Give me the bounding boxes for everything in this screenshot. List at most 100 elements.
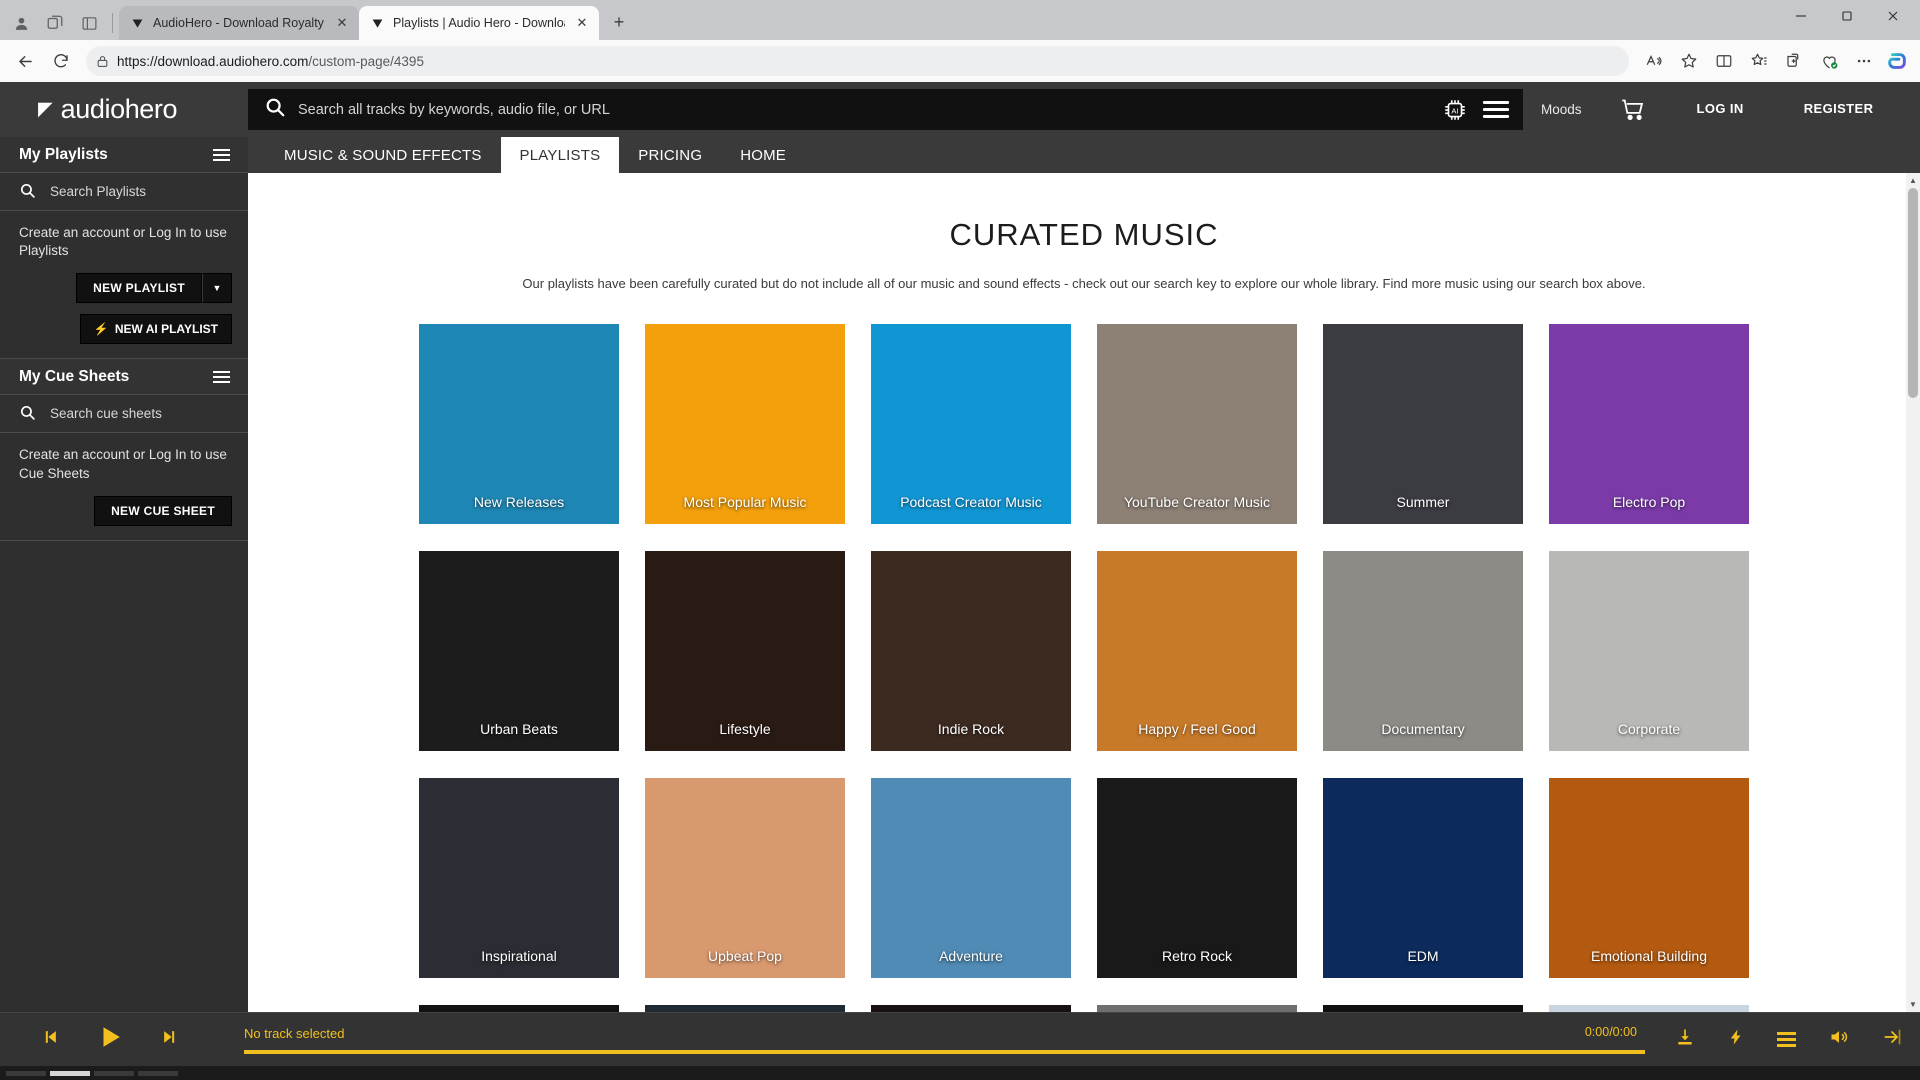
- new-ai-playlist-label: NEW AI PLAYLIST: [114, 322, 218, 337]
- login-button[interactable]: LOG IN: [1667, 82, 1774, 137]
- address-bar[interactable]: https://download.audiohero.com/custom-pa…: [86, 46, 1629, 76]
- header-actions: Moods LOG IN REGISTER: [1523, 82, 1903, 137]
- download-icon[interactable]: [1675, 1027, 1695, 1052]
- playlist-card[interactable]: Indie Rock: [871, 551, 1071, 751]
- reload-icon[interactable]: [44, 44, 78, 78]
- search-cuesheets-input[interactable]: Search cue sheets: [0, 395, 248, 434]
- tab-playlists[interactable]: PLAYLISTS: [500, 137, 620, 173]
- expand-right-icon[interactable]: [1882, 1027, 1902, 1052]
- playlist-card[interactable]: Electro Pop: [1549, 324, 1749, 524]
- playlist-card[interactable]: Happy / Feel Good: [1097, 551, 1297, 751]
- back-icon[interactable]: [8, 44, 42, 78]
- favorite-star-icon[interactable]: [1672, 44, 1706, 78]
- search-playlists-input[interactable]: Search Playlists: [0, 173, 248, 211]
- page-scrollbar[interactable]: ▲ ▼: [1906, 173, 1920, 1012]
- cuesheets-cta-block: Create an account or Log In to use Cue S…: [0, 433, 248, 541]
- playlist-card[interactable]: Documentary: [1323, 551, 1523, 751]
- tab-search-icon[interactable]: [38, 6, 72, 40]
- playlist-card-label: Documentary: [1381, 721, 1465, 737]
- register-button[interactable]: REGISTER: [1774, 82, 1904, 137]
- shopping-cart-icon[interactable]: [1600, 96, 1667, 123]
- playlist-card-label: EDM: [1407, 948, 1439, 964]
- hamburger-menu-icon[interactable]: [213, 148, 230, 161]
- playlist-card[interactable]: [1097, 1005, 1297, 1012]
- tab-music-sound-effects[interactable]: MUSIC & SOUND EFFECTS: [265, 137, 501, 173]
- page-subtitle: Our playlists have been carefully curate…: [522, 276, 1646, 291]
- new-playlist-row: NEW PLAYLIST ▼: [19, 273, 232, 304]
- read-aloud-icon[interactable]: [1637, 44, 1671, 78]
- site-logo[interactable]: ◤ audiohero: [0, 94, 248, 125]
- time-display: 0:00/0:00: [1584, 1024, 1637, 1039]
- playlist-card[interactable]: Lifestyle: [645, 551, 845, 751]
- playlist-card[interactable]: New Releases: [419, 324, 619, 524]
- player-actions: [1657, 1027, 1902, 1052]
- playlist-card[interactable]: EDM: [1323, 778, 1523, 978]
- volume-icon[interactable]: [1828, 1027, 1850, 1052]
- playlist-card[interactable]: Most Popular Music: [645, 324, 845, 524]
- taskbar-item[interactable]: [6, 1070, 46, 1076]
- new-ai-playlist-button[interactable]: ⚡ NEW AI PLAYLIST: [79, 314, 232, 345]
- chevron-down-icon[interactable]: ▼: [202, 273, 232, 304]
- collections-icon[interactable]: [1742, 44, 1776, 78]
- skip-previous-icon[interactable]: [40, 1027, 60, 1052]
- playlist-card[interactable]: Upbeat Pop: [645, 778, 845, 978]
- taskbar-item[interactable]: [94, 1070, 134, 1076]
- split-screen-icon[interactable]: [1707, 44, 1741, 78]
- site-search-bar[interactable]: Search all tracks by keywords, audio fil…: [248, 89, 1523, 130]
- scrollbar-thumb[interactable]: [1908, 188, 1918, 398]
- playlist-card[interactable]: Corporate: [1549, 551, 1749, 751]
- playlist-card[interactable]: Urban Beats: [419, 551, 619, 751]
- maximize-icon[interactable]: [1824, 0, 1870, 32]
- new-playlist-button[interactable]: NEW PLAYLIST: [76, 273, 202, 304]
- moods-link[interactable]: Moods: [1523, 102, 1600, 117]
- hamburger-menu-icon[interactable]: [213, 370, 230, 383]
- minimize-icon[interactable]: [1778, 0, 1824, 32]
- playlist-card[interactable]: Summer: [1323, 324, 1523, 524]
- close-window-icon[interactable]: [1870, 0, 1916, 32]
- lightning-icon[interactable]: [1727, 1027, 1745, 1052]
- split-pane-icon[interactable]: [72, 6, 106, 40]
- close-icon[interactable]: ✕: [333, 14, 351, 32]
- scroll-down-icon[interactable]: ▼: [1906, 997, 1920, 1012]
- skip-next-icon[interactable]: [160, 1027, 180, 1052]
- browser-tab[interactable]: AudioHero - Download Royalty Fr ✕: [119, 6, 359, 40]
- playlist-card[interactable]: Adventure: [871, 778, 1071, 978]
- search-input[interactable]: Search all tracks by keywords, audio fil…: [298, 102, 1427, 118]
- progress-bar[interactable]: [244, 1049, 1645, 1054]
- playlist-card-label: Adventure: [939, 948, 1003, 964]
- taskbar-item-active[interactable]: [50, 1070, 90, 1076]
- add-collection-icon[interactable]: [1777, 44, 1811, 78]
- taskbar-item[interactable]: [138, 1070, 178, 1076]
- hamburger-menu-icon[interactable]: [1483, 101, 1513, 118]
- play-icon[interactable]: [97, 1024, 123, 1055]
- track-progress-area[interactable]: No track selected 0:00/0:00: [238, 1013, 1657, 1067]
- tab-home[interactable]: HOME: [721, 137, 805, 173]
- playlist-card-label: New Releases: [473, 494, 565, 510]
- playlist-card[interactable]: [645, 1005, 845, 1012]
- playlist-card[interactable]: Inspirational: [419, 778, 619, 978]
- new-tab-button[interactable]: +: [604, 7, 634, 37]
- ai-chip-icon[interactable]: AI: [1439, 94, 1471, 126]
- new-cue-sheet-button[interactable]: NEW CUE SHEET: [94, 495, 232, 526]
- profile-icon[interactable]: [4, 6, 38, 40]
- scroll-up-icon[interactable]: ▲: [1906, 173, 1920, 188]
- playlist-card-label: Summer: [1396, 494, 1450, 510]
- queue-menu-icon[interactable]: [1777, 1032, 1796, 1047]
- playlist-card[interactable]: [871, 1005, 1071, 1012]
- playlist-card[interactable]: YouTube Creator Music: [1097, 324, 1297, 524]
- tab-pricing[interactable]: PRICING: [619, 137, 721, 173]
- playlist-card[interactable]: [1549, 1005, 1749, 1012]
- playlist-card[interactable]: Podcast Creator Music: [871, 324, 1071, 524]
- copilot-icon[interactable]: [1882, 46, 1912, 76]
- close-icon[interactable]: ✕: [573, 14, 591, 32]
- browser-essentials-icon[interactable]: [1812, 44, 1846, 78]
- playlist-card[interactable]: Emotional Building: [1549, 778, 1749, 978]
- playlist-card[interactable]: [1323, 1005, 1523, 1012]
- more-options-icon[interactable]: [1847, 44, 1881, 78]
- playlist-card-label: YouTube Creator Music: [1123, 494, 1271, 510]
- playlist-card[interactable]: [419, 1005, 619, 1012]
- search-cuesheets-placeholder: Search cue sheets: [50, 406, 162, 422]
- logo-mark-icon: ◤: [38, 99, 53, 120]
- playlist-card[interactable]: Retro Rock: [1097, 778, 1297, 978]
- browser-tab-active[interactable]: Playlists | Audio Hero - Download ✕: [359, 6, 599, 40]
